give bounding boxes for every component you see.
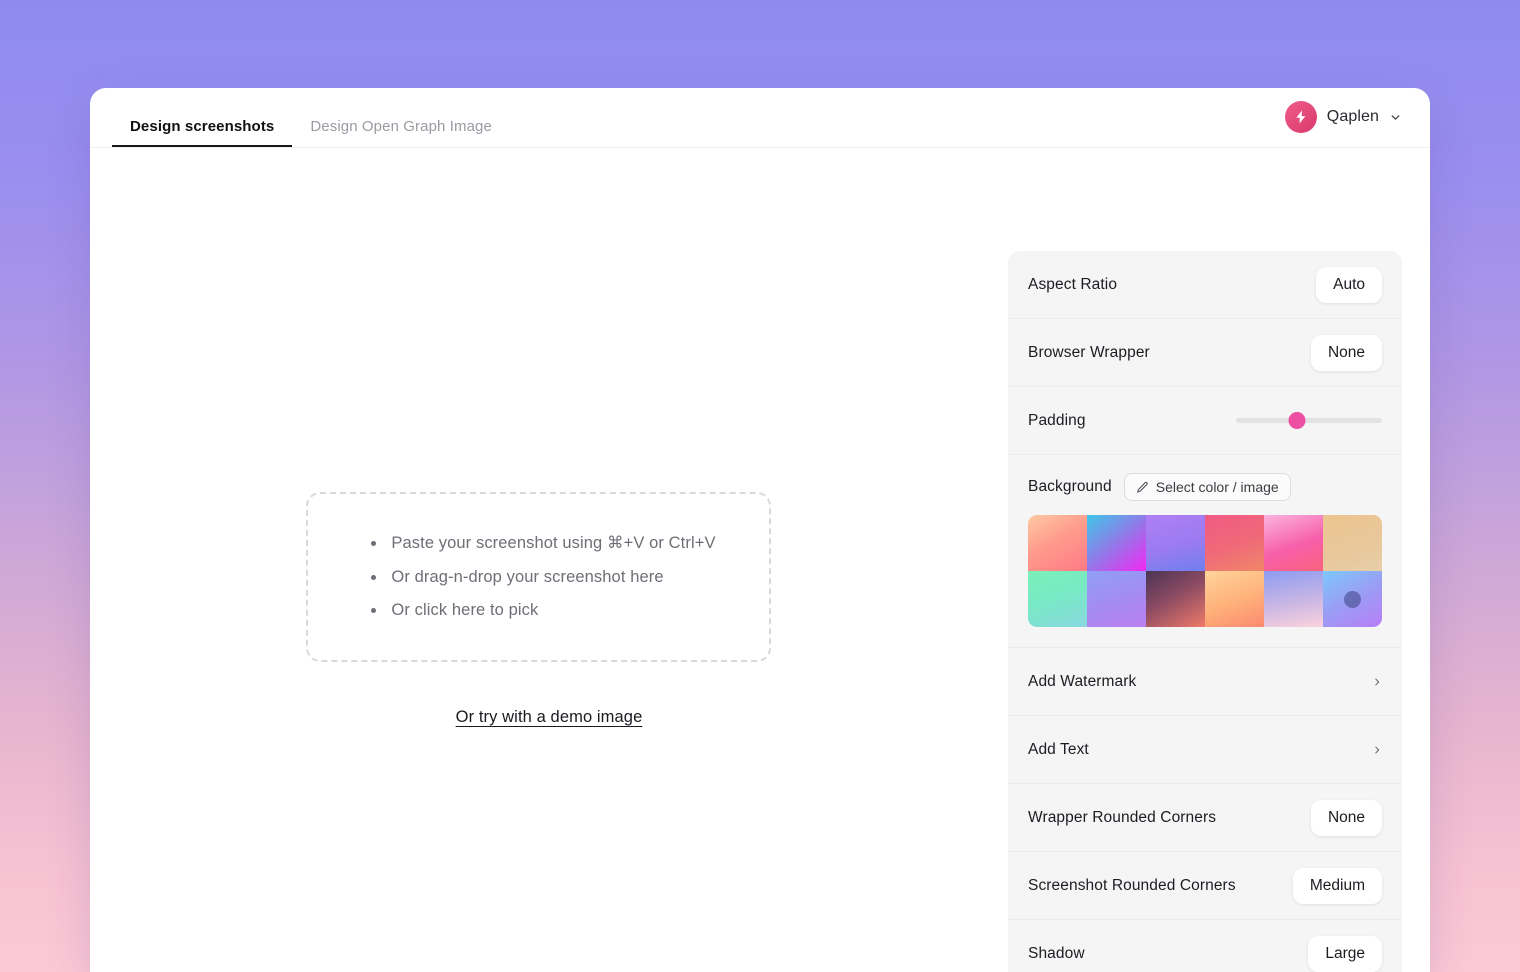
screenshot-rounded-corners-label: Screenshot Rounded Corners [1028, 876, 1236, 894]
add-text-label: Add Text [1028, 740, 1089, 758]
chevron-right-icon [1375, 678, 1380, 685]
app-header: Design screenshots Design Open Graph Ima… [90, 88, 1430, 148]
demo-image-link[interactable]: Or try with a demo image [456, 708, 643, 726]
tab-design-open-graph-image[interactable]: Design Open Graph Image [292, 118, 510, 147]
shadow-label: Shadow [1028, 944, 1085, 962]
swatch-selected-indicator [1344, 590, 1361, 608]
background-swatch-violet-blue[interactable] [1146, 515, 1205, 571]
background-swatch-sand-tan[interactable] [1323, 515, 1382, 571]
background-swatch-rose-salmon[interactable] [1205, 515, 1264, 571]
background-swatch-pink-magenta[interactable] [1264, 515, 1323, 571]
dropzone-instruction-item: Or click here to pick [369, 602, 715, 619]
wrapper-rounded-corners-value[interactable]: None [1310, 799, 1382, 836]
dropzone-instruction-item: Or drag-n-drop your screenshot here [369, 569, 715, 586]
setting-row-aspect-ratio: Aspect Ratio Auto [1008, 251, 1402, 319]
background-header: Background Select color / image [1028, 473, 1382, 501]
setting-row-add-text[interactable]: Add Text [1008, 716, 1402, 784]
demo-image-link-wrap: Or try with a demo image [90, 708, 1008, 727]
padding-slider[interactable] [1236, 412, 1382, 430]
select-color-image-label: Select color / image [1155, 479, 1279, 495]
background-swatch-peach-coral[interactable] [1028, 515, 1087, 571]
setting-row-padding: Padding [1008, 387, 1402, 455]
padding-label: Padding [1028, 411, 1086, 429]
dropzone-instructions: Paste your screenshot using ⌘+V or Ctrl+… [361, 535, 715, 619]
browser-wrapper-value[interactable]: None [1310, 334, 1382, 371]
wrapper-rounded-corners-label: Wrapper Rounded Corners [1028, 808, 1217, 826]
setting-row-add-watermark[interactable]: Add Watermark [1008, 648, 1402, 716]
background-swatch-cyan-magenta[interactable] [1087, 515, 1146, 571]
setting-row-wrapper-rounded-corners: Wrapper Rounded Corners None [1008, 784, 1402, 852]
background-swatch-sky-violet[interactable] [1323, 571, 1382, 627]
background-swatch-lavender-rose[interactable] [1264, 571, 1323, 627]
settings-panel: Aspect Ratio Auto Browser Wrapper None P… [1008, 251, 1402, 972]
background-swatch-plum-coral[interactable] [1146, 571, 1205, 627]
aspect-ratio-label: Aspect Ratio [1028, 275, 1118, 293]
app-body: Paste your screenshot using ⌘+V or Ctrl+… [90, 148, 1430, 972]
setting-row-shadow: Shadow Large [1008, 920, 1402, 972]
background-swatch-periwinkle[interactable] [1087, 571, 1146, 627]
tab-design-screenshots[interactable]: Design screenshots [112, 118, 293, 147]
app-window: Design screenshots Design Open Graph Ima… [90, 88, 1430, 972]
tab-bar: Design screenshots Design Open Graph Ima… [112, 118, 510, 147]
avatar [1284, 101, 1317, 133]
user-name: Qaplen [1326, 108, 1379, 125]
editor-canvas: Paste your screenshot using ⌘+V or Ctrl+… [90, 148, 1008, 972]
background-swatch-mint-aqua[interactable] [1028, 571, 1087, 627]
dropzone-instruction-item: Paste your screenshot using ⌘+V or Ctrl+… [369, 535, 715, 552]
select-color-image-button[interactable]: Select color / image [1123, 473, 1291, 501]
tab-label: Design screenshots [130, 118, 275, 135]
background-swatch-grid[interactable] [1028, 515, 1382, 627]
add-watermark-label: Add Watermark [1028, 672, 1137, 690]
background-swatch-apricot[interactable] [1205, 571, 1264, 627]
setting-row-browser-wrapper: Browser Wrapper None [1008, 319, 1402, 387]
chevron-down-icon [1391, 114, 1400, 120]
shadow-value[interactable]: Large [1308, 935, 1382, 972]
browser-wrapper-label: Browser Wrapper [1028, 343, 1150, 361]
pencil-icon [1136, 481, 1148, 493]
tab-label: Design Open Graph Image [310, 118, 492, 135]
aspect-ratio-value[interactable]: Auto [1316, 266, 1382, 303]
screenshot-rounded-corners-value[interactable]: Medium [1292, 867, 1382, 904]
setting-row-screenshot-rounded-corners: Screenshot Rounded Corners Medium [1008, 852, 1402, 920]
chevron-right-icon [1375, 746, 1380, 753]
lightning-bolt-icon [1296, 110, 1306, 124]
screenshot-dropzone[interactable]: Paste your screenshot using ⌘+V or Ctrl+… [306, 492, 771, 662]
background-label: Background [1028, 478, 1112, 495]
padding-slider-track [1236, 418, 1382, 423]
user-menu[interactable]: Qaplen [1284, 101, 1402, 133]
padding-slider-thumb[interactable] [1288, 412, 1306, 429]
setting-section-background: Background Select color / image [1008, 455, 1402, 648]
